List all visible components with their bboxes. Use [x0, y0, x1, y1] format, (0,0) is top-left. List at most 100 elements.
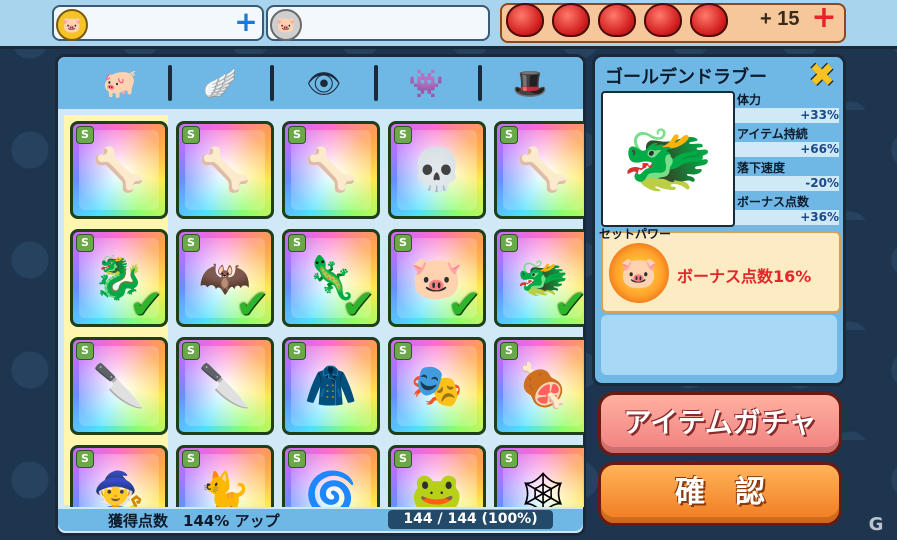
- item-portrait: 🐲: [601, 91, 735, 227]
- pig-coin-silver-icon: 🐷: [270, 9, 302, 41]
- stat-label: ボーナス点数: [737, 195, 810, 209]
- rank-badge: S: [500, 234, 518, 252]
- stat-value: -20%: [735, 176, 839, 191]
- set-power-box: 🐷 ボーナス点数16%: [601, 231, 841, 313]
- item-card[interactable]: 🕸 S: [494, 445, 584, 507]
- rank-badge: S: [288, 342, 306, 360]
- heart-icon: [506, 3, 544, 37]
- rank-badge: S: [394, 234, 412, 252]
- item-detail-panel: ゴールデンドラブー ✖ 🐲 体力 +33% アイテム持続 +66% 落下速度 -…: [592, 54, 846, 386]
- item-card[interactable]: 🎭 S: [388, 337, 486, 435]
- check-icon: ✔: [129, 282, 163, 327]
- item-card[interactable]: 🔪 S: [176, 337, 274, 435]
- stat-row: 体力 +33%: [735, 91, 839, 125]
- stat-value: +66%: [735, 142, 839, 157]
- silver-coin-counter: 🐷: [266, 5, 490, 41]
- item-card[interactable]: 🦎 S ✔: [282, 229, 380, 327]
- rank-badge: S: [76, 450, 94, 468]
- flying-pig-hat-icon[interactable]: 🐖: [76, 63, 164, 103]
- item-card[interactable]: 🐉 S ✔: [70, 229, 168, 327]
- item-card[interactable]: 🦴 S: [70, 121, 168, 219]
- item-name: ゴールデンドラブー: [605, 67, 767, 88]
- rank-badge: S: [288, 450, 306, 468]
- rank-badge: S: [394, 126, 412, 144]
- rank-badge: S: [182, 126, 200, 144]
- heart-icon: [598, 3, 636, 37]
- tab-divider: [374, 65, 378, 101]
- add-heart-button[interactable]: +: [810, 3, 838, 33]
- close-icon[interactable]: ✖: [807, 59, 837, 91]
- top-hat-icon[interactable]: 🎩: [486, 63, 574, 103]
- rank-badge: S: [288, 234, 306, 252]
- stat-value: +33%: [735, 108, 839, 123]
- item-panel: 🐖 🪽 👁 👾 🎩 🦴 S 🦴 S 🦴 S 💀 S 🦴 S 🐉 S ✔ 🦇 S ✔ 🦎 S ✔ 🐷 S ✔ 🐲 S ✔ 🔪 S 🔪 S 🧥…: [55, 54, 586, 536]
- tab-divider: [270, 65, 274, 101]
- item-card[interactable]: 🔪 S: [70, 337, 168, 435]
- check-icon: ✔: [447, 282, 481, 327]
- heart-icon: [644, 3, 682, 37]
- item-card[interactable]: 🦴 S: [494, 121, 584, 219]
- item-card[interactable]: 🌀 S: [282, 445, 380, 507]
- heart-count: + 15: [760, 8, 800, 30]
- set-power-pig-icon: 🐷: [609, 243, 669, 303]
- item-gacha-button[interactable]: アイテムガチャ: [598, 392, 842, 456]
- rank-badge: S: [500, 342, 518, 360]
- collection-count: 144 / 144 (100%): [388, 510, 553, 529]
- heart-icon: [690, 3, 728, 37]
- rank-badge: S: [288, 126, 306, 144]
- stat-label: アイテム持続: [737, 127, 808, 141]
- pig-coin-gold-icon: 🐷: [56, 9, 88, 41]
- watermark-logo: G: [868, 514, 884, 535]
- add-coin-button[interactable]: +: [234, 8, 258, 36]
- confirm-button[interactable]: 確認: [598, 462, 842, 526]
- wings-icon[interactable]: 🪽: [176, 63, 264, 103]
- item-card[interactable]: 🦴 S: [176, 121, 274, 219]
- stat-list: 体力 +33% アイテム持続 +66% 落下速度 -20% ボーナス点数 +36…: [735, 91, 839, 227]
- item-card[interactable]: 💀 S: [388, 121, 486, 219]
- skull-face-icon[interactable]: 👾: [382, 63, 470, 103]
- check-icon: ✔: [553, 282, 584, 327]
- mask-face-icon[interactable]: 👁: [280, 63, 368, 103]
- stat-value: +36%: [735, 210, 839, 225]
- category-tabs: 🐖 🪽 👁 👾 🎩: [58, 57, 583, 109]
- rank-badge: S: [182, 450, 200, 468]
- stat-row: ボーナス点数 +36%: [735, 193, 839, 227]
- item-card[interactable]: 🐸 S: [388, 445, 486, 507]
- score-footer: 獲得点数 144% アップ 144 / 144 (100%): [58, 509, 583, 531]
- rank-badge: S: [182, 234, 200, 252]
- tab-divider: [168, 65, 172, 101]
- stat-row: 落下速度 -20%: [735, 159, 839, 193]
- rank-badge: S: [500, 450, 518, 468]
- set-power-glyph: 🐷: [620, 255, 658, 291]
- tab-divider: [478, 65, 482, 101]
- top-bar: 🐷 + 🐷 + 15 +: [0, 0, 897, 49]
- item-card[interactable]: 🐲 S ✔: [494, 229, 584, 327]
- item-card[interactable]: 🧙 S: [70, 445, 168, 507]
- rank-badge: S: [394, 342, 412, 360]
- rank-badge: S: [76, 234, 94, 252]
- rank-badge: S: [500, 126, 518, 144]
- check-icon: ✔: [235, 282, 269, 327]
- rank-badge: S: [76, 342, 94, 360]
- set-power-label: セットパワー: [599, 227, 672, 241]
- stat-label: 体力: [737, 93, 762, 107]
- golden-dragon-pig-icon: 🐲: [621, 115, 715, 202]
- item-card[interactable]: 🦴 S: [282, 121, 380, 219]
- item-grid: 🦴 S 🦴 S 🦴 S 💀 S 🦴 S 🐉 S ✔ 🦇 S ✔ 🦎 S ✔ 🐷 S ✔ 🐲 S ✔ 🔪 S 🔪 S 🧥 S 🎭 S 🍖 S 🧙 S 🐈 S 🌀…: [64, 115, 584, 507]
- item-card[interactable]: 🧥 S: [282, 337, 380, 435]
- item-card[interactable]: 🦇 S ✔: [176, 229, 274, 327]
- item-card[interactable]: 🐷 S ✔: [388, 229, 486, 327]
- rank-badge: S: [182, 342, 200, 360]
- stat-row: アイテム持続 +66%: [735, 125, 839, 159]
- item-card[interactable]: 🐈 S: [176, 445, 274, 507]
- check-icon: ✔: [341, 282, 375, 327]
- item-card[interactable]: 🍖 S: [494, 337, 584, 435]
- rank-badge: S: [394, 450, 412, 468]
- stat-label: 落下速度: [737, 161, 786, 175]
- rank-badge: S: [76, 126, 94, 144]
- gold-coin-counter: 🐷 +: [52, 5, 264, 41]
- bonus-label: 獲得点数 144% アップ: [108, 512, 280, 530]
- description-box: [601, 315, 837, 375]
- heart-icon: [552, 3, 590, 37]
- set-power-text: ボーナス点数16%: [677, 267, 812, 286]
